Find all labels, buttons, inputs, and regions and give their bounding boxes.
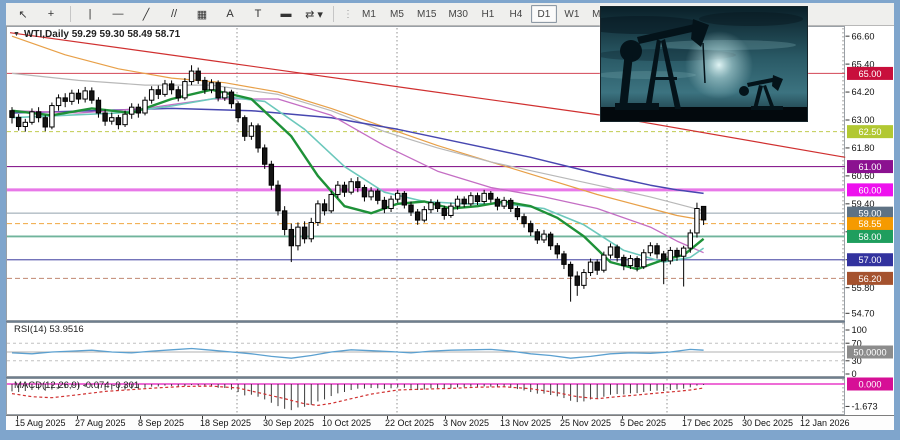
timeframe-button-m15[interactable]: M15	[412, 5, 441, 23]
timeframe-button-w1[interactable]: W1	[559, 5, 585, 23]
oil-pump-photo-art	[601, 7, 807, 121]
time-axis-date-label: 30 Dec 2025	[742, 418, 793, 428]
time-axis-date-label: 18 Sep 2025	[200, 418, 251, 428]
horizontal-line-tool-icon[interactable]: —	[105, 5, 131, 24]
mt4-window: ↖+|—╱//▦AT▬⇄ ▾⋮M1M5M15M30H1H4D1W1MN 66.6…	[0, 0, 900, 440]
svg-text:58.00: 58.00	[859, 232, 882, 242]
shape-rectangle-tool-icon[interactable]: ▬	[273, 5, 299, 24]
oil-pump-photo	[600, 6, 808, 122]
time-axis-date-label: 22 Oct 2025	[385, 418, 434, 428]
svg-text:65.00: 65.00	[859, 69, 882, 79]
toolbar-drag-handle[interactable]: ⋮	[343, 9, 351, 20]
svg-text:63.00: 63.00	[852, 115, 875, 125]
svg-text:61.00: 61.00	[859, 162, 882, 172]
equidistant-channel-tool-icon[interactable]: //	[161, 5, 187, 24]
symbol-dropdown-icon[interactable]: ▼	[13, 31, 20, 38]
svg-text:0.000: 0.000	[859, 379, 882, 389]
svg-text:58.55: 58.55	[859, 219, 882, 229]
time-axis-date-label: 17 Dec 2025	[682, 418, 733, 428]
text-label-tool-icon[interactable]: T	[245, 5, 271, 24]
cursor-tool-icon[interactable]: ↖	[10, 5, 36, 24]
rsi-label: RSI(14) 53.9516	[14, 324, 84, 335]
symbol-ohlc-text: WTI,Daily 59.29 59.30 58.49 58.71	[24, 29, 180, 40]
timeframe-button-m30[interactable]: M30	[443, 5, 472, 23]
timeframe-button-m1[interactable]: M1	[356, 5, 382, 23]
svg-text:62.50: 62.50	[859, 127, 882, 137]
svg-text:50.0000: 50.0000	[853, 347, 886, 357]
timeframe-button-d1[interactable]: D1	[531, 5, 557, 23]
time-axis-date-label: 15 Aug 2025	[15, 418, 66, 428]
arrows-tool-icon[interactable]: ⇄ ▾	[301, 5, 327, 24]
svg-text:60.00: 60.00	[859, 185, 882, 195]
toolbar-separator	[70, 6, 71, 22]
trendline-tool-icon[interactable]: ╱	[133, 5, 159, 24]
svg-text:59.00: 59.00	[859, 209, 882, 219]
svg-text:100: 100	[852, 325, 867, 335]
chart-title: ▼ WTI,Daily 59.29 59.30 58.49 58.71	[13, 29, 180, 40]
time-axis-date-label: 10 Oct 2025	[322, 418, 371, 428]
text-tool-icon[interactable]: A	[217, 5, 243, 24]
vertical-line-tool-icon[interactable]: |	[77, 5, 103, 24]
time-axis-date-label: 12 Jan 2026	[800, 418, 850, 428]
timeframe-button-h1[interactable]: H1	[475, 5, 501, 23]
svg-text:64.20: 64.20	[852, 87, 875, 97]
time-axis[interactable]: 15 Aug 2025 27 Aug 2025 8 Sep 2025 18 Sep 2…	[6, 415, 894, 430]
svg-text:57.00: 57.00	[859, 255, 882, 265]
fibonacci-grid-tool-icon[interactable]: ▦	[189, 5, 215, 24]
crosshair-tool-icon[interactable]: +	[38, 5, 64, 24]
toolbar-separator	[333, 6, 334, 22]
time-axis-date-label: 27 Aug 2025	[75, 418, 126, 428]
svg-text:66.60: 66.60	[852, 31, 875, 41]
svg-text:61.80: 61.80	[852, 143, 875, 153]
svg-text:54.70: 54.70	[852, 309, 875, 319]
time-axis-date-label: 3 Nov 2025	[443, 418, 489, 428]
time-axis-date-label: 5 Dec 2025	[620, 418, 666, 428]
svg-text:56.20: 56.20	[859, 274, 882, 284]
macd-label: MACD(12,26,9) -0.074 -0.301	[14, 380, 139, 391]
time-axis-date-label: 8 Sep 2025	[138, 418, 184, 428]
timeframe-button-h4[interactable]: H4	[503, 5, 529, 23]
timeframe-button-m5[interactable]: M5	[384, 5, 410, 23]
svg-text:-1.673: -1.673	[852, 402, 878, 412]
time-axis-date-label: 30 Sep 2025	[263, 418, 314, 428]
time-axis-date-label: 13 Nov 2025	[500, 418, 551, 428]
time-axis-date-label: 25 Nov 2025	[560, 418, 611, 428]
